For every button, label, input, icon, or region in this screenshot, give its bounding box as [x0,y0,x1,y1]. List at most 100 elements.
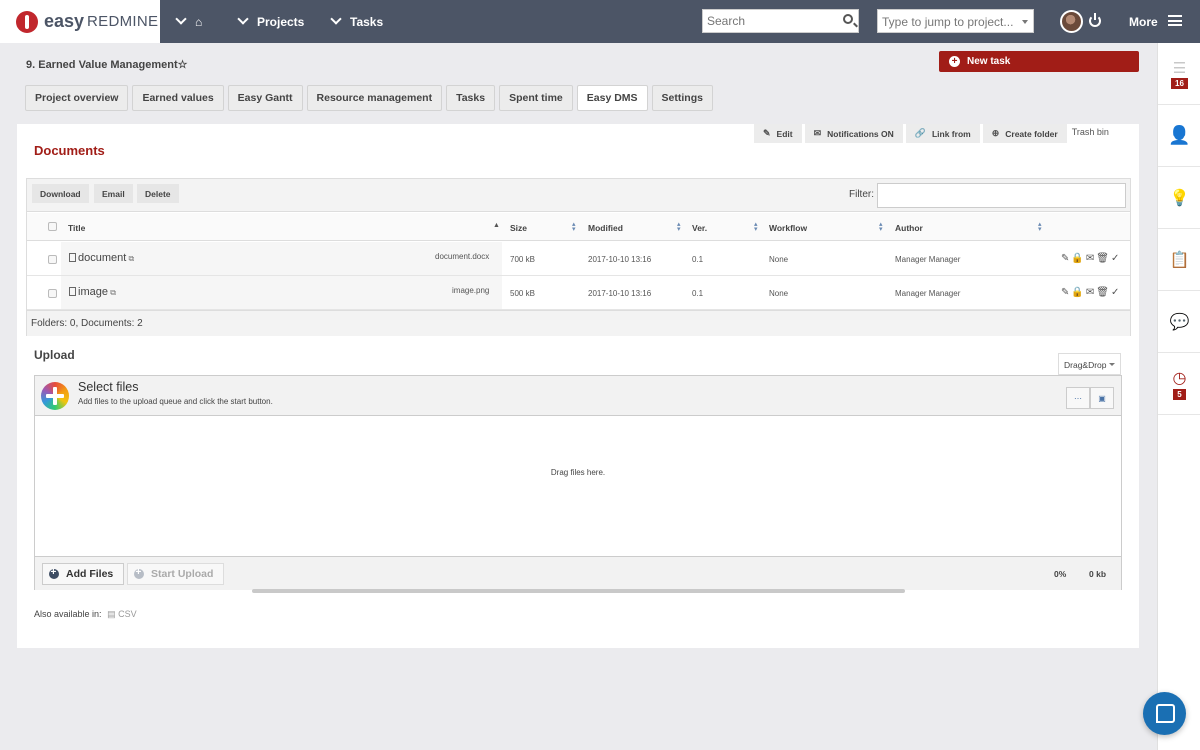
sort-icon[interactable]: ▴ ▾ [879,221,883,233]
add-files-button[interactable]: Add Files [42,563,125,585]
time-count-badge: 5 [1173,388,1186,400]
new-task-label: New task [967,56,1011,67]
user-avatar[interactable] [1060,10,1083,33]
email-icon[interactable]: ✉ [1086,253,1096,264]
edit-button[interactable]: ✎ Edit [754,124,802,143]
upload-total-size: 0 kb [1089,569,1107,579]
sort-icon[interactable]: ▴ ▾ [572,221,576,233]
sort-asc-icon[interactable]: ▲ [493,222,500,229]
tab-easy-gantt[interactable]: Easy Gantt [227,85,303,111]
home-menu[interactable]: ⌂ [175,0,203,43]
link-from-button[interactable]: 🔗 Link from [905,124,980,143]
start-upload-button[interactable]: Start Upload [127,563,225,585]
hamburger-menu-icon[interactable] [1168,15,1182,26]
col-author[interactable]: Author [895,223,923,233]
document-link[interactable]: document ⧉ [69,252,134,264]
download-button[interactable]: Download [32,184,89,203]
trash-icon[interactable]: 🗑 [1096,253,1111,264]
tab-project-overview[interactable]: Project overview [25,85,129,111]
logo-mark-icon [16,10,38,33]
create-folder-button[interactable]: ⊕ Create folder [982,124,1067,143]
chevron-down-icon [237,13,249,25]
pencil-icon: ✎ [763,128,771,138]
upload-mode-select[interactable]: Drag&Drop [1058,353,1121,375]
sort-icon[interactable]: ▴ ▾ [1038,221,1042,233]
tasks-menu-label: Tasks [350,14,384,29]
file-size: 500 kB [510,289,535,298]
more-menu-label[interactable]: More [1129,15,1158,29]
file-modified: 2017-10-10 13:16 [588,255,652,264]
logout-power-icon[interactable] [1089,13,1101,27]
horizontal-scrollbar[interactable] [252,589,905,593]
table-row[interactable]: image ⧉ image.png 500 kB 2017-10-10 13:1… [27,276,1130,310]
delete-button[interactable]: Delete [137,184,179,203]
also-available: Also available in: ▤ CSV [34,609,137,620]
col-version[interactable]: Ver. [692,223,707,233]
row-checkbox[interactable] [48,255,57,264]
clipboard-check-icon: 📋 [1169,251,1190,269]
projects-menu-label: Projects [257,14,305,29]
col-workflow[interactable]: Workflow [769,223,807,233]
notifications-button[interactable]: ✉ Notifications ON [804,124,903,143]
sidebar-users[interactable]: 👤 [1158,105,1200,167]
select-all-checkbox[interactable] [48,222,57,231]
user-icon: 👤 [1168,125,1191,145]
drop-zone-text[interactable]: Drag files here. [35,468,1121,477]
sidebar-activity-feed[interactable]: ☰ 16 [1158,43,1200,105]
link-from-label: Link from [931,128,971,139]
sort-icon[interactable]: ▴ ▾ [754,221,758,233]
external-link-icon[interactable]: ⧉ [108,288,116,297]
col-size[interactable]: Size [510,223,527,233]
file-version: 0.1 [692,289,704,298]
tab-easy-dms[interactable]: Easy DMS [576,85,648,111]
sidebar-checklist[interactable]: 📋 [1158,229,1200,291]
tab-settings[interactable]: Settings [651,85,713,111]
documents-list: Download Email Delete Filter: Title ▲ Si… [26,178,1131,336]
trash-icon[interactable]: 🗑 [1096,287,1111,298]
new-task-button[interactable]: + New task [939,51,1139,72]
row-actions: ✎🔒✉🗑✓ [1061,287,1121,298]
col-modified[interactable]: Modified [588,223,623,233]
tab-earned-values[interactable]: Earned values [132,85,224,111]
sidebar-ideas[interactable]: 💡 [1158,167,1200,229]
projects-menu[interactable]: Projects [237,0,305,43]
start-upload-label: Start Upload [151,568,214,580]
tab-resource-management[interactable]: Resource management [306,85,443,111]
edit-icon[interactable]: ✎ [1061,287,1071,298]
tasks-menu[interactable]: Tasks [330,0,384,43]
row-checkbox[interactable] [48,289,57,298]
home-icon: ⌂ [195,14,203,29]
thumbnail-view-button[interactable]: ▣ [1090,387,1114,409]
trash-bin-link[interactable]: Trash bin [1070,125,1111,143]
edit-icon[interactable]: ✎ [1061,253,1071,264]
jump-to-project-select[interactable]: Type to jump to project... [877,9,1034,33]
check-circle-icon[interactable]: ✓ [1111,287,1121,298]
col-title[interactable]: Title [68,223,85,233]
sort-icon[interactable]: ▴ ▾ [677,221,681,233]
table-row[interactable]: document ⧉ document.docx 700 kB 2017-10-… [27,242,1130,276]
clock-history-icon: ◷ [1172,369,1187,387]
email-button[interactable]: Email [94,184,133,203]
file-uploader: Select files Add files to the upload que… [34,375,1122,590]
sidebar-chat[interactable]: 💬 [1158,291,1200,353]
support-chat-icon[interactable] [1143,692,1186,735]
app-logo[interactable]: easy REDMINE [0,0,160,43]
list-view-button[interactable]: ⋯ [1066,387,1090,409]
tab-tasks[interactable]: Tasks [446,85,496,111]
lock-icon[interactable]: 🔒 [1071,253,1085,264]
lock-icon[interactable]: 🔒 [1071,287,1085,298]
filter-input[interactable] [877,183,1126,208]
sidebar-time-tracking[interactable]: ◷ 5 [1158,353,1200,415]
csv-export-link[interactable]: ▤ CSV [107,609,137,619]
search-icon[interactable] [843,14,853,24]
check-circle-icon[interactable]: ✓ [1111,253,1121,264]
document-link[interactable]: image ⧉ [69,286,116,298]
tab-spent-time[interactable]: Spent time [499,85,573,111]
add-files-label: Add Files [66,568,114,580]
email-icon[interactable]: ✉ [1086,287,1096,298]
favorite-star-icon[interactable]: ☆ [178,59,188,71]
file-size: 700 kB [510,255,535,264]
search-input[interactable] [703,10,833,32]
file-icon [69,253,76,262]
external-link-icon[interactable]: ⧉ [126,254,135,263]
